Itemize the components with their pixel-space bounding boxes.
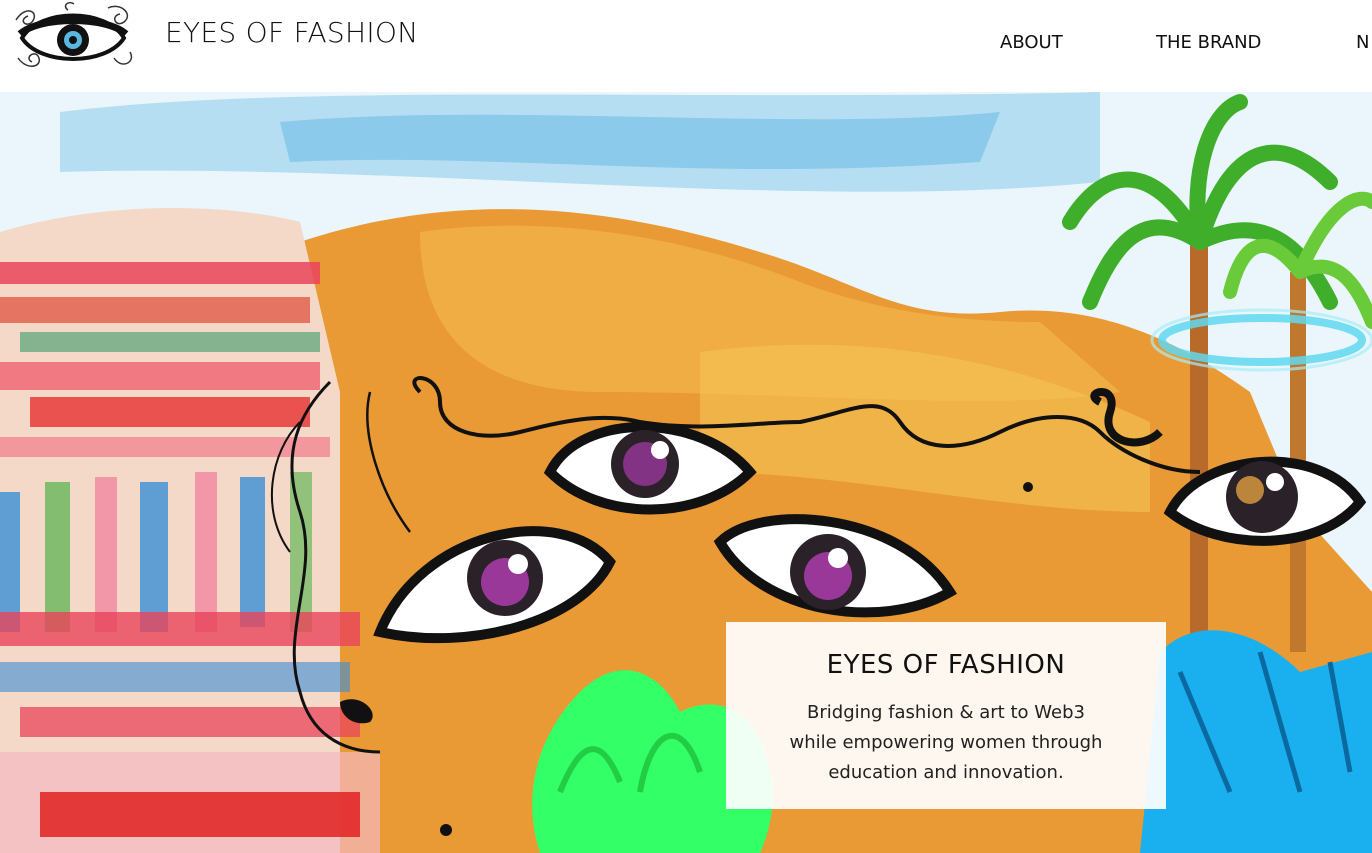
hero-card: EYES OF FASHION Bridging fashion & art t… [726, 622, 1166, 809]
hero-card-line: Bridging fashion & art to Web3 [807, 702, 1085, 723]
eye-logo-icon[interactable] [10, 0, 138, 76]
hero-card-line: while empowering women through [789, 732, 1103, 753]
hero-card-text: Bridging fashion & art to Web3 while emp… [756, 698, 1136, 788]
hero-card-title: EYES OF FASHION [826, 650, 1066, 680]
hero-banner: EYES OF FASHION Bridging fashion & art t… [0, 92, 1372, 853]
nav-item-truncated[interactable]: N [1356, 32, 1369, 53]
hero-artwork [0, 92, 1372, 853]
nav-about[interactable]: ABOUT [1000, 32, 1063, 53]
site-header: EYES OF FASHION ABOUT THE BRAND N [0, 0, 1372, 92]
nav-the-brand[interactable]: THE BRAND [1156, 32, 1261, 53]
site-title[interactable]: EYES OF FASHION [165, 16, 418, 49]
hero-card-line: education and innovation. [828, 762, 1064, 783]
